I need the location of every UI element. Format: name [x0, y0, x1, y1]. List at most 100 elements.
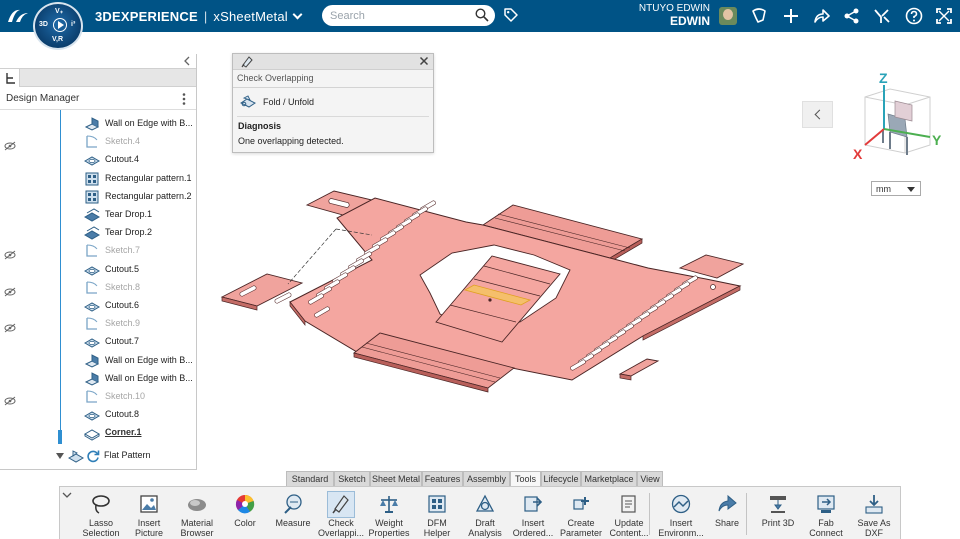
tree-item[interactable]: Cutout.5 — [84, 262, 194, 278]
material-icon — [188, 499, 206, 511]
search-icon[interactable] — [475, 8, 489, 22]
expand-triangle-icon[interactable] — [56, 452, 64, 460]
tree-item[interactable]: Cutout.6 — [84, 298, 194, 314]
tool-label-line1: Material — [180, 518, 213, 528]
collapse-panel-icon[interactable] — [182, 56, 192, 66]
tool-share-button[interactable]: Share — [703, 491, 749, 539]
sketch-feature-icon — [86, 244, 98, 258]
tree-item[interactable]: Wall on Edge with B... — [84, 353, 194, 369]
hidden-eye-icon[interactable] — [4, 396, 16, 406]
tree-item[interactable]: Tear Drop.2 — [84, 225, 194, 241]
teardrop-feature-icon — [84, 208, 100, 222]
tree-item-label: Sketch.4 — [105, 136, 141, 147]
ds-logo-icon[interactable] — [6, 7, 30, 25]
sheet-metal-part[interactable] — [215, 185, 750, 395]
tab-assembly[interactable]: Assembly — [463, 471, 510, 487]
fold-unfold-icon[interactable] — [240, 95, 256, 109]
plus-icon[interactable] — [782, 7, 800, 25]
tool-lasso-button[interactable]: Lasso Selection — [77, 491, 123, 539]
tab-view[interactable]: View — [637, 471, 663, 487]
tab-features[interactable]: Features — [422, 471, 463, 487]
panel-header[interactable] — [233, 54, 433, 70]
previous-view-button[interactable] — [802, 101, 833, 128]
tree-item[interactable]: Cutout.7 — [84, 334, 194, 350]
close-icon[interactable] — [419, 56, 429, 66]
brand-title[interactable]: 3DEXPERIENCE | xSheetMetal — [95, 9, 303, 24]
tree-current-marker — [58, 430, 62, 444]
tree-item[interactable]: Sketch.10 — [84, 389, 194, 405]
tool-label-line1: Measure — [275, 518, 311, 528]
update-icon — [621, 495, 636, 513]
tree-item[interactable]: Cutout.4 — [84, 152, 194, 168]
hidden-eye-icon[interactable] — [4, 323, 16, 333]
tool-label-line1: Color — [234, 518, 256, 528]
tree-item[interactable]: Sketch.4 — [84, 134, 194, 150]
y-axis-label: Y — [932, 132, 942, 148]
tree-item[interactable]: Rectangular pattern.1 — [84, 171, 194, 187]
tool-save-dxf-button[interactable]: Save As DXF — [850, 491, 896, 539]
tool-scale-button[interactable]: Weight Properties — [365, 491, 411, 539]
compass-widget[interactable]: V₊ 3D i³ V,R — [33, 2, 83, 50]
tool-picture-button[interactable]: Insert Picture — [125, 491, 171, 539]
chevron-down-icon[interactable] — [62, 491, 72, 499]
tool-label-line2: Picture — [134, 528, 163, 538]
tree-item[interactable]: Cutout.8 — [84, 407, 194, 423]
play-icon[interactable] — [53, 18, 67, 32]
avatar[interactable] — [719, 7, 737, 25]
search-box[interactable] — [322, 5, 495, 26]
pattern-feature-icon — [85, 190, 99, 204]
tool-fab-connect-button[interactable]: Fab Connect — [802, 491, 848, 539]
search-input[interactable] — [330, 8, 470, 23]
tab-marketplace[interactable]: Marketplace — [581, 471, 637, 487]
tab-sketch[interactable]: Sketch — [334, 471, 370, 487]
tool-dfm-button[interactable]: DFM Helper — [413, 491, 459, 539]
hidden-eye-icon[interactable] — [4, 287, 16, 297]
tree-item[interactable]: Sketch.7 — [84, 243, 194, 259]
help-icon[interactable] — [905, 7, 923, 25]
tree-item[interactable]: Sketch.8 — [84, 280, 194, 296]
more-options-icon[interactable] — [181, 92, 187, 106]
cutout-feature-icon — [84, 338, 100, 348]
tools-apps-icon[interactable] — [873, 7, 891, 25]
tag-icon[interactable] — [503, 7, 519, 23]
tool-print3d-button[interactable]: Print 3D — [754, 491, 800, 539]
tree-item-label: Rectangular pattern.2 — [105, 190, 192, 201]
tree-item[interactable]: Sketch.9 — [84, 316, 194, 332]
hidden-eye-icon[interactable] — [4, 141, 16, 151]
user-name[interactable]: NTUYO EDWIN EDWIN — [620, 3, 710, 27]
forward-share-icon[interactable] — [812, 7, 830, 25]
tool-measure-button[interactable]: Measure — [269, 491, 315, 539]
fold-unfold-option[interactable]: Fold / Unfold — [263, 97, 314, 107]
tree-item[interactable]: Wall on Edge with B... — [84, 116, 194, 132]
tree-item[interactable]: Tear Drop.1 — [84, 207, 194, 223]
chat-bubble-icon[interactable] — [750, 7, 768, 25]
tool-insert-ordered-button[interactable]: Insert Ordered... — [509, 491, 555, 539]
tool-update-button[interactable]: Update Content... — [605, 491, 651, 539]
unit-select[interactable]: mm — [871, 181, 921, 196]
tool-check-overlap-button[interactable]: Check Overlappi... — [317, 491, 364, 539]
tree-item-flat-pattern[interactable]: Flat Pattern — [56, 448, 196, 464]
fab-connect-icon — [817, 495, 835, 513]
tool-draft-button[interactable]: Draft Analysis — [461, 491, 507, 539]
tree-item[interactable]: Rectangular pattern.2 — [84, 189, 194, 205]
tool-environment-button[interactable]: Insert Environm... — [657, 491, 704, 539]
tool-label-line1: Save As — [857, 518, 891, 528]
tab-lifecycle[interactable]: Lifecycle — [541, 471, 581, 487]
tab-standard[interactable]: Standard — [286, 471, 334, 487]
network-share-icon[interactable] — [843, 7, 861, 25]
tab-sheet-metal[interactable]: Sheet Metal — [370, 471, 422, 487]
tree-item-label: Cutout.6 — [105, 300, 140, 310]
diagnosis-heading: Diagnosis — [238, 121, 282, 131]
tab-tools[interactable]: Tools — [510, 471, 541, 487]
tool-color-wheel-button[interactable]: Color — [221, 491, 267, 539]
tool-parameter-button[interactable]: Create Parameter — [557, 491, 603, 539]
chevron-down-icon[interactable] — [292, 9, 303, 20]
tree-item[interactable]: Corner.1 — [84, 425, 194, 441]
tool-material-button[interactable]: Material Browser — [173, 491, 219, 539]
tree-tab[interactable] — [0, 69, 20, 87]
fullscreen-icon[interactable] — [935, 7, 953, 25]
tree-item[interactable]: Wall on Edge with B... — [84, 371, 194, 387]
orientation-cube[interactable]: Z X Y — [850, 67, 948, 165]
tree-icon — [6, 73, 15, 84]
hidden-eye-icon[interactable] — [4, 250, 16, 260]
